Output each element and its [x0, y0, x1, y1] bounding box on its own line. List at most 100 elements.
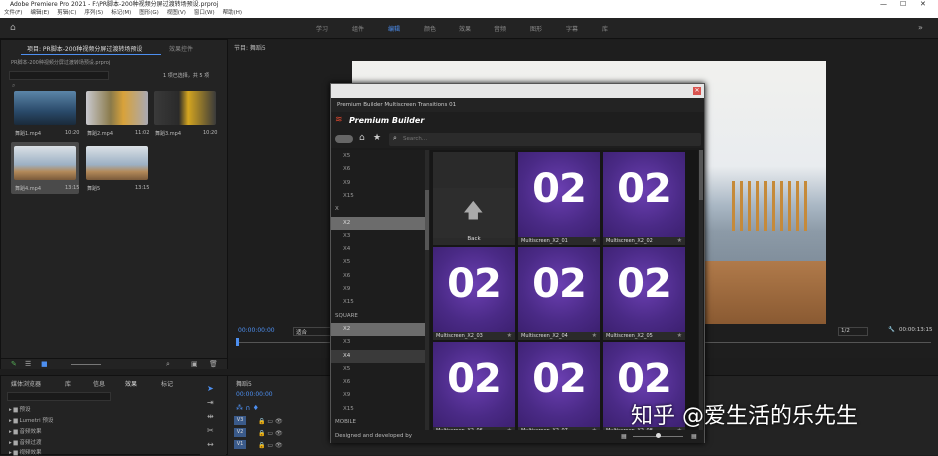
media-browser-tab[interactable]: 媒体浏览器 [11, 379, 41, 388]
favorite-star-icon[interactable]: ★ [677, 237, 682, 245]
workspace-editing[interactable]: 编辑 [388, 24, 400, 33]
preset-card[interactable]: 02 Multiscreen_X2_04 ★ [518, 247, 600, 340]
category-item[interactable]: X9 [331, 177, 425, 190]
project-search-input[interactable]: ⌕ [9, 71, 109, 89]
timeline-tab[interactable]: 舞蹈5 [236, 379, 252, 388]
grid-size-icon[interactable]: ▦ [621, 433, 627, 440]
preset-card[interactable]: 02 Multiscreen_X2_02 ★ [603, 152, 685, 245]
category-item[interactable]: X6 [331, 163, 425, 176]
workspace-libraries[interactable]: 库 [602, 24, 608, 33]
preset-card[interactable]: 02 Multiscreen_X2_05 ★ [603, 247, 685, 340]
large-grid-icon[interactable]: ▦ [691, 433, 697, 440]
clip-thumbnail-3[interactable] [154, 91, 216, 125]
libraries-tab[interactable]: 库 [65, 379, 71, 388]
menu-sequence[interactable]: 序列(S) [84, 10, 103, 16]
category-item[interactable]: X4 [331, 349, 425, 363]
razor-icon[interactable]: ✂ [207, 426, 214, 435]
close-icon[interactable]: ✕ [920, 0, 926, 9]
category-item[interactable]: X3 [331, 336, 425, 349]
category-item[interactable]: X6 [331, 376, 425, 389]
menu-help[interactable]: 帮助(H) [223, 10, 242, 16]
zoom-slider[interactable] [71, 364, 101, 365]
clip-thumbnail-2[interactable] [86, 91, 148, 125]
category-item[interactable]: X5 [331, 150, 425, 163]
category-item[interactable]: X5 [331, 256, 425, 269]
toggle-switch[interactable] [335, 135, 353, 143]
workspace-learn[interactable]: 学习 [316, 24, 328, 33]
timeline-tools-icon[interactable]: ⁂ ∩ ♦ [236, 404, 259, 412]
category-item[interactable]: X9 [331, 283, 425, 296]
effects-item-lumetri[interactable]: ▸ ▆ Lumetri 预设 [9, 416, 53, 424]
project-tab[interactable]: 项目: PR脚本-200种视频分屏过渡转场预设 [27, 44, 142, 53]
track-v3[interactable]: V3 [234, 416, 246, 425]
menu-view[interactable]: 视图(V) [167, 10, 186, 16]
workspace-effects[interactable]: 效果 [459, 24, 471, 33]
preset-card[interactable]: 02 Multiscreen_X2_01 ★ [518, 152, 600, 245]
preset-card[interactable]: 02Multiscreen_X2_06★ [433, 342, 515, 435]
new-item-icon[interactable]: ▣ [191, 360, 198, 368]
plugin-search-input[interactable]: ⌕ Search... [389, 133, 701, 146]
home-icon[interactable]: ⌂ [359, 133, 365, 143]
effect-controls-tab[interactable]: 效果控件 [169, 44, 193, 53]
home-icon[interactable]: ⌂ [10, 23, 16, 33]
favorite-star-icon[interactable]: ★ [592, 237, 597, 245]
category-item[interactable]: X2 [331, 322, 425, 336]
info-tab[interactable]: 信息 [93, 379, 105, 388]
category-item[interactable]: X6 [331, 270, 425, 283]
minimize-icon[interactable]: — [880, 0, 887, 9]
effects-tab[interactable]: 效果 [125, 379, 137, 388]
menu-edit[interactable]: 编辑(E) [30, 10, 49, 16]
track-v2[interactable]: V2 [234, 428, 246, 437]
effects-search-input[interactable] [7, 392, 111, 401]
back-card[interactable]: 🡅 Back [433, 152, 515, 245]
category-item[interactable]: X9 [331, 389, 425, 402]
fit-dropdown[interactable]: 适合 [293, 327, 333, 336]
markers-tab[interactable]: 标记 [161, 379, 173, 388]
effects-item-audio-effects[interactable]: ▸ ▆ 音频效果 [9, 427, 42, 435]
effects-item-audio-transitions[interactable]: ▸ ▆ 音频过渡 [9, 438, 42, 446]
clip-thumbnail-1[interactable] [14, 91, 76, 125]
preset-card[interactable]: 02Multiscreen_X2_07★ [518, 342, 600, 435]
resolution-dropdown[interactable]: 1/2 [838, 327, 868, 336]
search-icon[interactable]: ⌕ [166, 360, 170, 369]
category-item[interactable]: X2 [331, 216, 425, 230]
favorite-star-icon[interactable]: ★ [507, 332, 512, 340]
list-view-icon[interactable]: ☰ [25, 360, 31, 368]
timeline-timecode[interactable]: 00:00:00:00 [236, 391, 273, 398]
menu-marker[interactable]: 标记(M) [111, 10, 131, 16]
plugin-close-button[interactable]: ✕ [693, 87, 701, 95]
slip-tool-icon[interactable]: ↔ [207, 440, 214, 449]
track-select-icon[interactable]: ⇥ [207, 398, 214, 407]
grid-scrollbar[interactable] [699, 150, 703, 430]
menu-graphics[interactable]: 图形(G) [139, 10, 159, 16]
preset-card[interactable]: 02 Multiscreen_X2_03 ★ [433, 247, 515, 340]
workspace-graphics[interactable]: 图形 [530, 24, 542, 33]
workspace-color[interactable]: 颜色 [424, 24, 436, 33]
track-controls[interactable]: 🔒 ▭ 👁 🔒 ▭ 👁 🔒 ▭ 👁 [258, 416, 318, 450]
category-scrollbar[interactable] [425, 150, 429, 430]
effects-item-presets[interactable]: ▸ ▆ 预设 [9, 405, 31, 413]
category-item[interactable]: X5 [331, 363, 425, 376]
track-v1[interactable]: V1 [234, 440, 246, 449]
clip-thumbnail-5[interactable] [86, 146, 148, 180]
selection-tool-icon[interactable]: ➤ [207, 384, 214, 393]
menu-file[interactable]: 文件(F) [4, 10, 22, 16]
slider-thumb[interactable] [656, 433, 661, 438]
pencil-icon[interactable]: ✎ [11, 360, 17, 368]
wrench-icon[interactable]: 🔧 [888, 327, 895, 333]
maximize-icon[interactable]: ☐ [900, 0, 906, 9]
ripple-edit-icon[interactable]: ⇹ [207, 412, 214, 421]
star-icon[interactable]: ★ [373, 133, 381, 143]
favorite-star-icon[interactable]: ★ [592, 332, 597, 340]
favorite-star-icon[interactable]: ★ [677, 332, 682, 340]
program-playhead[interactable] [236, 338, 239, 346]
category-item[interactable]: X4 [331, 243, 425, 256]
workspace-captions[interactable]: 字幕 [566, 24, 578, 33]
program-timecode[interactable]: 00:00:00:00 [238, 327, 275, 334]
category-item[interactable]: X15 [331, 296, 425, 309]
workspace-assembly[interactable]: 组件 [352, 24, 364, 33]
trash-icon[interactable]: 🗑 [209, 360, 218, 368]
menu-window[interactable]: 窗口(W) [194, 10, 215, 16]
menu-clip[interactable]: 剪辑(C) [57, 10, 76, 16]
category-item[interactable]: X15 [331, 190, 425, 203]
